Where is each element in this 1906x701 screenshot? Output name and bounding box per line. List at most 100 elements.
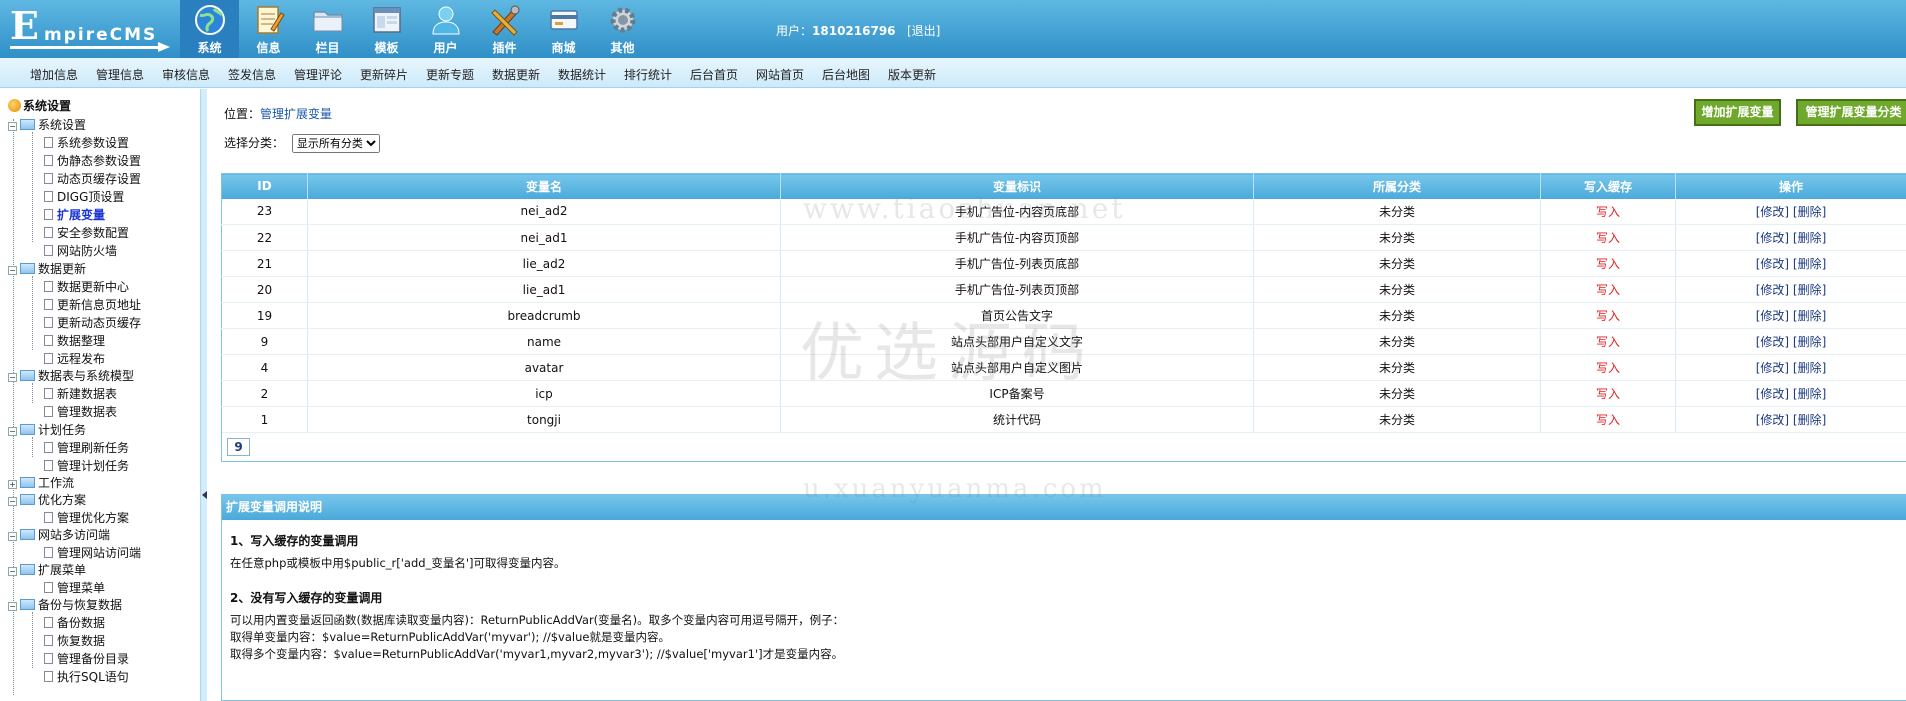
delete-link[interactable]: [删除] bbox=[1793, 283, 1826, 297]
delete-link[interactable]: [删除] bbox=[1793, 361, 1826, 375]
cell-write-cache[interactable]: 写入 bbox=[1540, 198, 1676, 225]
tree-item-digg-settings[interactable]: DIGG顶设置 bbox=[44, 188, 124, 204]
tab-plugin[interactable]: 插件 bbox=[475, 0, 534, 58]
collapse-icon[interactable]: − bbox=[8, 602, 17, 611]
table-row: 21 lie_ad2 手机广告位-列表页底部 未分类 写入 [修改] [删除] bbox=[221, 250, 1906, 277]
menu-admin-home[interactable]: 后台首页 bbox=[690, 66, 738, 83]
menu-review-info[interactable]: 审核信息 bbox=[162, 66, 210, 83]
tree-group-optimize[interactable]: − 优化方案 bbox=[8, 491, 86, 507]
menu-rank-stats[interactable]: 排行统计 bbox=[624, 66, 672, 83]
edit-link[interactable]: [修改] bbox=[1756, 257, 1789, 271]
tree-group-scheduled-tasks[interactable]: − 计划任务 bbox=[8, 421, 86, 437]
menu-sign-info[interactable]: 签发信息 bbox=[228, 66, 276, 83]
tree-item-security-config[interactable]: 安全参数配置 bbox=[44, 224, 129, 240]
tree-item-update-info-url[interactable]: 更新信息页地址 bbox=[44, 296, 141, 312]
cell-write-cache[interactable]: 写入 bbox=[1540, 224, 1676, 251]
tree-group-workflow[interactable]: + 工作流 bbox=[8, 474, 74, 490]
delete-link[interactable]: [删除] bbox=[1793, 257, 1826, 271]
edit-link[interactable]: [修改] bbox=[1756, 335, 1789, 349]
page-number[interactable]: 9 bbox=[227, 438, 250, 456]
settings-root-icon bbox=[8, 99, 21, 112]
tree-item-manage-menu[interactable]: 管理菜单 bbox=[44, 579, 105, 595]
tree-item-exec-sql[interactable]: 执行SQL语句 bbox=[44, 668, 129, 684]
panel-splitter[interactable] bbox=[200, 89, 207, 701]
edit-link[interactable]: [修改] bbox=[1756, 413, 1789, 427]
tab-shop[interactable]: 商城 bbox=[534, 0, 593, 58]
delete-link[interactable]: [删除] bbox=[1793, 205, 1826, 219]
category-select[interactable]: 显示所有分类 bbox=[291, 134, 380, 153]
section-1-text: 在任意php或模板中用$public_r['add_变量名']可取得变量内容。 bbox=[230, 556, 566, 570]
menu-admin-map[interactable]: 后台地图 bbox=[822, 66, 870, 83]
cell-write-cache[interactable]: 写入 bbox=[1540, 380, 1676, 407]
menu-manage-comment[interactable]: 管理评论 bbox=[294, 66, 342, 83]
tree-item-manage-access[interactable]: 管理网站访问端 bbox=[44, 544, 141, 560]
delete-link[interactable]: [删除] bbox=[1793, 309, 1826, 323]
tab-system[interactable]: 系统 bbox=[180, 0, 239, 58]
tree-item-rewrite-params[interactable]: 伪静态参数设置 bbox=[44, 152, 141, 168]
tree-item-update-center[interactable]: 数据更新中心 bbox=[44, 278, 129, 294]
tree-item-firewall[interactable]: 网站防火墙 bbox=[44, 242, 117, 258]
breadcrumb-link[interactable]: 管理扩展变量 bbox=[260, 107, 332, 121]
edit-link[interactable]: [修改] bbox=[1756, 231, 1789, 245]
tree-group-data-update[interactable]: − 数据更新 bbox=[8, 260, 86, 276]
collapse-icon[interactable]: − bbox=[8, 373, 17, 382]
cell-write-cache[interactable]: 写入 bbox=[1540, 250, 1676, 277]
tab-other[interactable]: 其他 bbox=[593, 0, 652, 58]
edit-link[interactable]: [修改] bbox=[1756, 309, 1789, 323]
logout-link[interactable]: [退出] bbox=[907, 24, 940, 38]
delete-link[interactable]: [删除] bbox=[1793, 231, 1826, 245]
cell-write-cache[interactable]: 写入 bbox=[1540, 354, 1676, 381]
usage-instructions: 扩展变量调用说明 1、写入缓存的变量调用 在任意php或模板中用$public_… bbox=[221, 494, 1906, 701]
tree-group-tables-models[interactable]: − 数据表与系统模型 bbox=[8, 367, 134, 383]
manage-var-category-button[interactable]: 管理扩展变量分类 bbox=[1796, 99, 1906, 126]
tree-item-dynamic-cache[interactable]: 动态页缓存设置 bbox=[44, 170, 141, 186]
tree-item-backup-data[interactable]: 备份数据 bbox=[44, 614, 105, 630]
tree-group-backup[interactable]: − 备份与恢复数据 bbox=[8, 596, 122, 612]
tree-item-manage-tables[interactable]: 管理数据表 bbox=[44, 403, 117, 419]
menu-data-stats[interactable]: 数据统计 bbox=[558, 66, 606, 83]
delete-link[interactable]: [删除] bbox=[1793, 413, 1826, 427]
collapse-icon[interactable]: − bbox=[8, 266, 17, 275]
tree-item-restore-data[interactable]: 恢复数据 bbox=[44, 632, 105, 648]
collapse-icon[interactable]: − bbox=[8, 122, 17, 131]
edit-link[interactable]: [修改] bbox=[1756, 387, 1789, 401]
tree-item-system-params[interactable]: 系统参数设置 bbox=[44, 134, 129, 150]
collapse-icon[interactable]: − bbox=[8, 567, 17, 576]
tree-item-new-table[interactable]: 新建数据表 bbox=[44, 385, 117, 401]
menu-site-home[interactable]: 网站首页 bbox=[756, 66, 804, 83]
edit-link[interactable]: [修改] bbox=[1756, 205, 1789, 219]
tree-item-extend-vars[interactable]: 扩展变量 bbox=[44, 206, 105, 222]
tab-user[interactable]: 用户 bbox=[416, 0, 475, 58]
tree-item-scheduled-tasks[interactable]: 管理计划任务 bbox=[44, 457, 129, 473]
edit-link[interactable]: [修改] bbox=[1756, 361, 1789, 375]
tree-item-backup-dirs[interactable]: 管理备份目录 bbox=[44, 650, 129, 666]
menu-add-info[interactable]: 增加信息 bbox=[30, 66, 78, 83]
tree-item-remote-publish[interactable]: 远程发布 bbox=[44, 350, 105, 366]
tree-item-refresh-tasks[interactable]: 管理刷新任务 bbox=[44, 439, 129, 455]
tab-info[interactable]: 信息 bbox=[239, 0, 298, 58]
tab-template[interactable]: 模板 bbox=[357, 0, 416, 58]
collapse-icon[interactable]: − bbox=[8, 532, 17, 541]
menu-data-update[interactable]: 数据更新 bbox=[492, 66, 540, 83]
tree-group-multi-access[interactable]: − 网站多访问端 bbox=[8, 526, 110, 542]
delete-link[interactable]: [删除] bbox=[1793, 335, 1826, 349]
tree-item-data-tidy[interactable]: 数据整理 bbox=[44, 332, 105, 348]
cell-write-cache[interactable]: 写入 bbox=[1540, 276, 1676, 303]
collapse-icon[interactable]: − bbox=[8, 427, 17, 436]
collapse-icon[interactable]: − bbox=[8, 497, 17, 506]
expand-icon[interactable]: + bbox=[8, 480, 17, 489]
tree-item-update-dynamic-cache[interactable]: 更新动态页缓存 bbox=[44, 314, 141, 330]
delete-link[interactable]: [删除] bbox=[1793, 387, 1826, 401]
add-extend-var-button[interactable]: 增加扩展变量 bbox=[1694, 99, 1781, 126]
tree-item-manage-optimize[interactable]: 管理优化方案 bbox=[44, 509, 129, 525]
tree-group-extend-menu[interactable]: − 扩展菜单 bbox=[8, 561, 86, 577]
menu-update-fragment[interactable]: 更新碎片 bbox=[360, 66, 408, 83]
menu-manage-info[interactable]: 管理信息 bbox=[96, 66, 144, 83]
edit-link[interactable]: [修改] bbox=[1756, 283, 1789, 297]
cell-write-cache[interactable]: 写入 bbox=[1540, 302, 1676, 329]
tab-column[interactable]: 栏目 bbox=[298, 0, 357, 58]
cell-write-cache[interactable]: 写入 bbox=[1540, 328, 1676, 355]
menu-update-topic[interactable]: 更新专题 bbox=[426, 66, 474, 83]
tree-group-system-settings[interactable]: − 系统设置 bbox=[8, 116, 86, 132]
menu-version-update[interactable]: 版本更新 bbox=[888, 66, 936, 83]
